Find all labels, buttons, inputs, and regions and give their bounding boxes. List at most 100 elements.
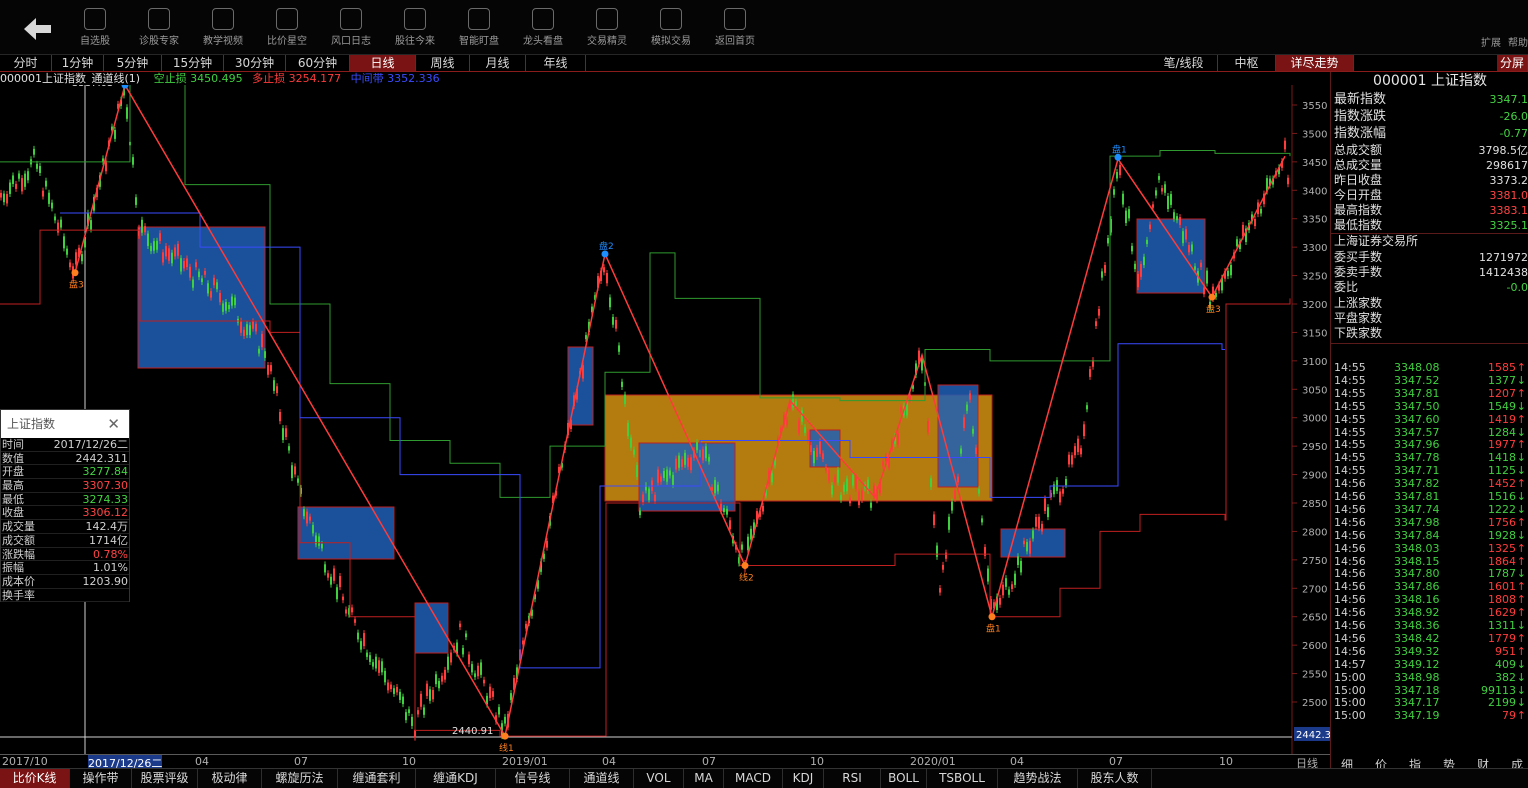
popup-row: 振幅 1.01%: [1, 561, 129, 575]
tick-time: 14:55: [1334, 386, 1366, 400]
price-tick-label: 2600: [1302, 641, 1327, 652]
tick-price: 3347.96: [1394, 438, 1440, 452]
toolbar-button-2[interactable]: 教学视频: [191, 8, 255, 47]
timeframe-tab-3[interactable]: 15分钟: [162, 55, 224, 71]
candle-body: [1086, 405, 1088, 410]
arrow-up-icon: ↑: [1516, 438, 1526, 452]
close-icon[interactable]: ✕: [107, 410, 120, 438]
tick-price: 3348.92: [1394, 606, 1440, 620]
indicator-tab-6[interactable]: 缠通KDJ: [416, 769, 496, 788]
video-icon: [212, 8, 234, 30]
candle-body: [1170, 194, 1172, 205]
popup-header: 上证指数 ✕: [1, 410, 129, 438]
quote-row-value: 3347.1: [1489, 93, 1528, 106]
candle-body: [465, 633, 467, 638]
pivot-point-label: 盘3: [69, 279, 84, 291]
candle-body: [432, 690, 434, 700]
candle-body: [648, 488, 650, 501]
price-tick-label: 2850: [1302, 499, 1327, 510]
quote-row-value: 3798.5亿: [1478, 144, 1528, 157]
timeframe-tab-7[interactable]: 周线: [416, 55, 470, 71]
expand-button[interactable]: 扩展: [1481, 34, 1501, 49]
view-tab-3[interactable]: 分屏: [1497, 55, 1528, 71]
candle-body: [1161, 188, 1163, 192]
help-button[interactable]: 帮助: [1508, 34, 1528, 49]
quote-row-label: 上涨家数: [1334, 296, 1383, 310]
view-tab-1[interactable]: 中枢: [1218, 55, 1276, 71]
timeframe-tab-4[interactable]: 30分钟: [224, 55, 286, 71]
indicator-tab-15[interactable]: TSBOLL: [927, 769, 998, 788]
toolbar-button-5[interactable]: 股往今来: [383, 8, 447, 47]
popup-row: 成交量 142.4万: [1, 520, 129, 534]
toolbar-button-9[interactable]: 模拟交易: [639, 8, 703, 47]
candle-body: [1041, 523, 1043, 532]
view-tab-2[interactable]: 详尽走势: [1276, 55, 1354, 71]
indicator-tab-8[interactable]: 通道线: [570, 769, 634, 788]
candle-body: [279, 411, 281, 422]
timeframe-tab-0[interactable]: 分时: [0, 55, 52, 71]
candle-body: [1023, 540, 1025, 545]
indicator-tab-10[interactable]: MA: [684, 769, 724, 788]
tick-price: 3347.74: [1394, 502, 1440, 516]
toolbar-button-7[interactable]: 龙头看盘: [511, 8, 575, 47]
indicator-tab-4[interactable]: 螺旋历法: [262, 769, 338, 788]
candle-body: [366, 652, 368, 657]
candle-body: [1026, 542, 1028, 552]
candlestick-chart[interactable]: 3550 3500 3450 3400 3350 3300 3250 3200 3150 3100…: [0, 85, 1330, 755]
indicator-tab-1[interactable]: 操作带: [70, 769, 132, 788]
candle-body: [1080, 448, 1082, 455]
indicator-tab-14[interactable]: BOLL: [881, 769, 927, 788]
candle-body: [147, 233, 149, 246]
toolbar-button-8[interactable]: 交易精灵: [575, 8, 639, 47]
candle-body: [414, 729, 416, 738]
candle-body: [273, 380, 275, 391]
candle-body: [942, 564, 944, 570]
timeframe-tab-1[interactable]: 1分钟: [52, 55, 104, 71]
candle-body: [846, 478, 848, 492]
indicator-tab-3[interactable]: 极动律: [198, 769, 262, 788]
indicator-tab-17[interactable]: 股东人数: [1078, 769, 1152, 788]
arrow-down-icon: ↓: [1516, 451, 1526, 465]
candle-body: [1035, 516, 1037, 527]
toolbar-button-0[interactable]: 自选股: [63, 8, 127, 47]
popup-row-label: 最高: [2, 479, 24, 493]
quote-row: 上涨家数: [1334, 296, 1528, 311]
indicator-tab-5[interactable]: 缠通套利: [338, 769, 416, 788]
toolbar-button-1[interactable]: 诊股专家: [127, 8, 191, 47]
view-tab-0[interactable]: 笔/线段: [1150, 55, 1218, 71]
back-arrow-icon[interactable]: [20, 14, 54, 44]
candle-body: [663, 471, 665, 478]
indicator-tab-13[interactable]: RSI: [824, 769, 881, 788]
candle-body: [1182, 231, 1184, 244]
tick-price: 3348.15: [1394, 554, 1440, 568]
candle-body: [696, 442, 698, 451]
candle-body: [186, 258, 188, 268]
indicator-tab-9[interactable]: VOL: [634, 769, 684, 788]
timeframe-tab-2[interactable]: 5分钟: [104, 55, 162, 71]
toolbar-button-6[interactable]: 智能盯盘: [447, 8, 511, 47]
timeframe-tab-5[interactable]: 60分钟: [286, 55, 350, 71]
candle-body: [1059, 491, 1061, 503]
toolbar-button-4[interactable]: 风口日志: [319, 8, 383, 47]
indicator-tab-7[interactable]: 信号线: [496, 769, 570, 788]
indicator-tab-12[interactable]: KDJ: [783, 769, 824, 788]
indicator-tab-0[interactable]: 比价K线: [0, 769, 70, 788]
toolbar-button-3[interactable]: 比价星空: [255, 8, 319, 47]
indicator-tab-2[interactable]: 股票评级: [132, 769, 198, 788]
candle-body: [435, 674, 437, 685]
toolbar-button-10[interactable]: 返回首页: [703, 8, 767, 47]
tick-volume: 1787: [1488, 567, 1516, 581]
indicator-tab-16[interactable]: 趋势战法: [998, 769, 1078, 788]
timeframe-tab-8[interactable]: 月线: [470, 55, 526, 71]
candle-body: [57, 222, 59, 233]
monitor-icon: [468, 8, 490, 30]
tick-volume: 1629: [1488, 606, 1516, 620]
timeframe-tab-9[interactable]: 年线: [526, 55, 586, 71]
candle-body: [324, 564, 326, 573]
timeframe-tab-6[interactable]: 日线: [350, 55, 416, 71]
popup-row-label: 收盘: [2, 506, 24, 520]
candle-body: [438, 680, 440, 689]
indicator-tab-11[interactable]: MACD: [724, 769, 783, 788]
candle-body: [1125, 210, 1127, 224]
candle-body: [900, 407, 902, 412]
